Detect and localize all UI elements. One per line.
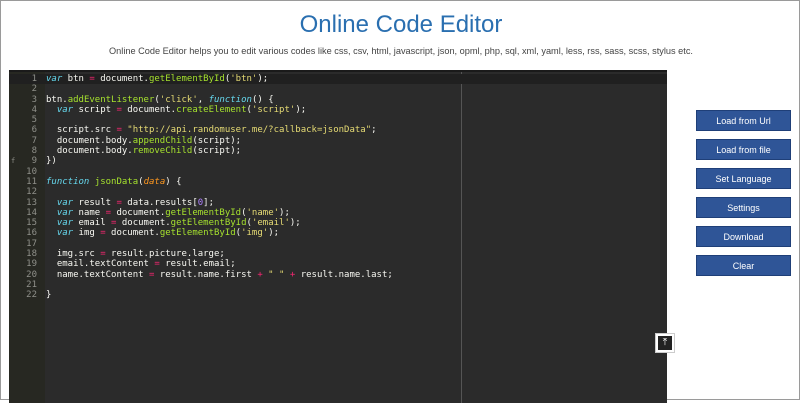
code-line[interactable]: f 9}) [9, 156, 667, 166]
code-text: var btn = document.getElementById('btn')… [46, 74, 269, 84]
scroll-to-top-button[interactable]: ⤒ [655, 333, 675, 353]
line-number: 21 [26, 279, 37, 290]
code-line[interactable]: 5 [9, 115, 667, 125]
code-text: email.textContent = result.email; [46, 259, 236, 270]
line-number: 13 [26, 197, 37, 208]
code-text: document.body.appendChild(script); [46, 135, 242, 146]
code-line[interactable]: 12 [9, 187, 667, 197]
code-line[interactable]: 11 function jsonData(data) { [9, 177, 667, 187]
code-line[interactable]: 15 var email = document.getElementById('… [9, 218, 667, 228]
line-number: 12 [26, 187, 37, 198]
code-line[interactable]: 18 img.src = result.picture.large; [9, 249, 667, 259]
line-number: 4 [31, 104, 37, 115]
settings-button[interactable]: Settings [696, 197, 791, 218]
code-line[interactable]: 17 [9, 239, 667, 249]
line-number: 2 [31, 84, 37, 95]
code-lines[interactable]: 1 var btn = document.getElementById('btn'… [9, 74, 667, 301]
code-text: }) [46, 156, 57, 167]
code-text: var img = document.getElementById('img')… [56, 228, 280, 239]
line-number: 15 [26, 218, 37, 229]
line-number: 19 [26, 259, 37, 270]
code-text: img.src = result.picture.large; [46, 249, 225, 260]
code-line[interactable]: 4 var script = document.createElement('s… [9, 105, 667, 115]
code-text: var name = document.getElementById('name… [56, 207, 290, 218]
line-number: 14 [26, 207, 37, 218]
code-text: function jsonData(data) { [46, 176, 182, 187]
code-line[interactable]: 22} [9, 290, 667, 300]
code-text: script.src = "http://api.randomuser.me/?… [46, 125, 377, 136]
code-text: var script = document.createElement('scr… [56, 104, 307, 115]
page-title: Online Code Editor [299, 11, 503, 38]
code-text: var email = document.getElementById('ema… [56, 218, 301, 229]
line-number: 1 [31, 74, 37, 84]
line-number: 20 [26, 269, 37, 280]
load-from-file-button[interactable]: Load from file [696, 139, 791, 160]
code-text: } [46, 290, 52, 301]
code-text: document.body.removeChild(script); [46, 146, 242, 157]
code-editor[interactable]: 1 var btn = document.getElementById('btn'… [9, 70, 667, 403]
clear-button[interactable]: Clear [696, 255, 791, 276]
scroll-to-top-icon: ⤒ [658, 336, 672, 350]
code-text: btn.addEventListener('click', function()… [46, 94, 274, 105]
code-line[interactable]: 20 name.textContent = result.name.first … [9, 270, 667, 280]
code-line[interactable]: 7 document.body.appendChild(script); [9, 136, 667, 146]
action-panel: Load from Url Load from file Set Languag… [696, 110, 791, 284]
line-number: 3 [31, 94, 37, 105]
line-number: 9 [31, 156, 37, 167]
code-line[interactable]: 2 [9, 84, 667, 94]
code-line[interactable]: 13 var result = data.results[0]; [9, 198, 667, 208]
line-number: 11 [26, 176, 37, 187]
code-line[interactable]: 8 document.body.removeChild(script); [9, 146, 667, 156]
set-language-button[interactable]: Set Language [696, 168, 791, 189]
code-line[interactable]: 16 var img = document.getElementById('im… [9, 228, 667, 238]
line-number: 17 [26, 238, 37, 249]
line-number: 10 [26, 166, 37, 177]
code-line[interactable]: 3 btn.addEventListener('click', function(… [9, 95, 667, 105]
code-line[interactable]: 19 email.textContent = result.email; [9, 259, 667, 269]
code-text: var result = data.results[0]; [56, 197, 215, 208]
code-line[interactable]: 1 var btn = document.getElementById('btn'… [9, 74, 667, 85]
download-button[interactable]: Download [696, 226, 791, 247]
line-number: 5 [31, 115, 37, 126]
code-line[interactable]: 14 var name = document.getElementById('n… [9, 208, 667, 218]
line-number: 8 [31, 146, 37, 157]
code-line[interactable]: 21 [9, 280, 667, 290]
line-number: 7 [31, 135, 37, 146]
line-number: 6 [31, 125, 37, 136]
page-subtitle: Online Code Editor helps you to edit var… [109, 46, 693, 56]
line-number: 18 [26, 249, 37, 260]
line-number: 22 [26, 290, 37, 301]
load-from-url-button[interactable]: Load from Url [696, 110, 791, 131]
code-line[interactable]: 10 [9, 167, 667, 177]
code-text: name.textContent = result.name.first + "… [46, 269, 393, 280]
code-line[interactable]: 6 script.src = "http://api.randomuser.me… [9, 125, 667, 135]
line-number: 16 [26, 228, 37, 239]
